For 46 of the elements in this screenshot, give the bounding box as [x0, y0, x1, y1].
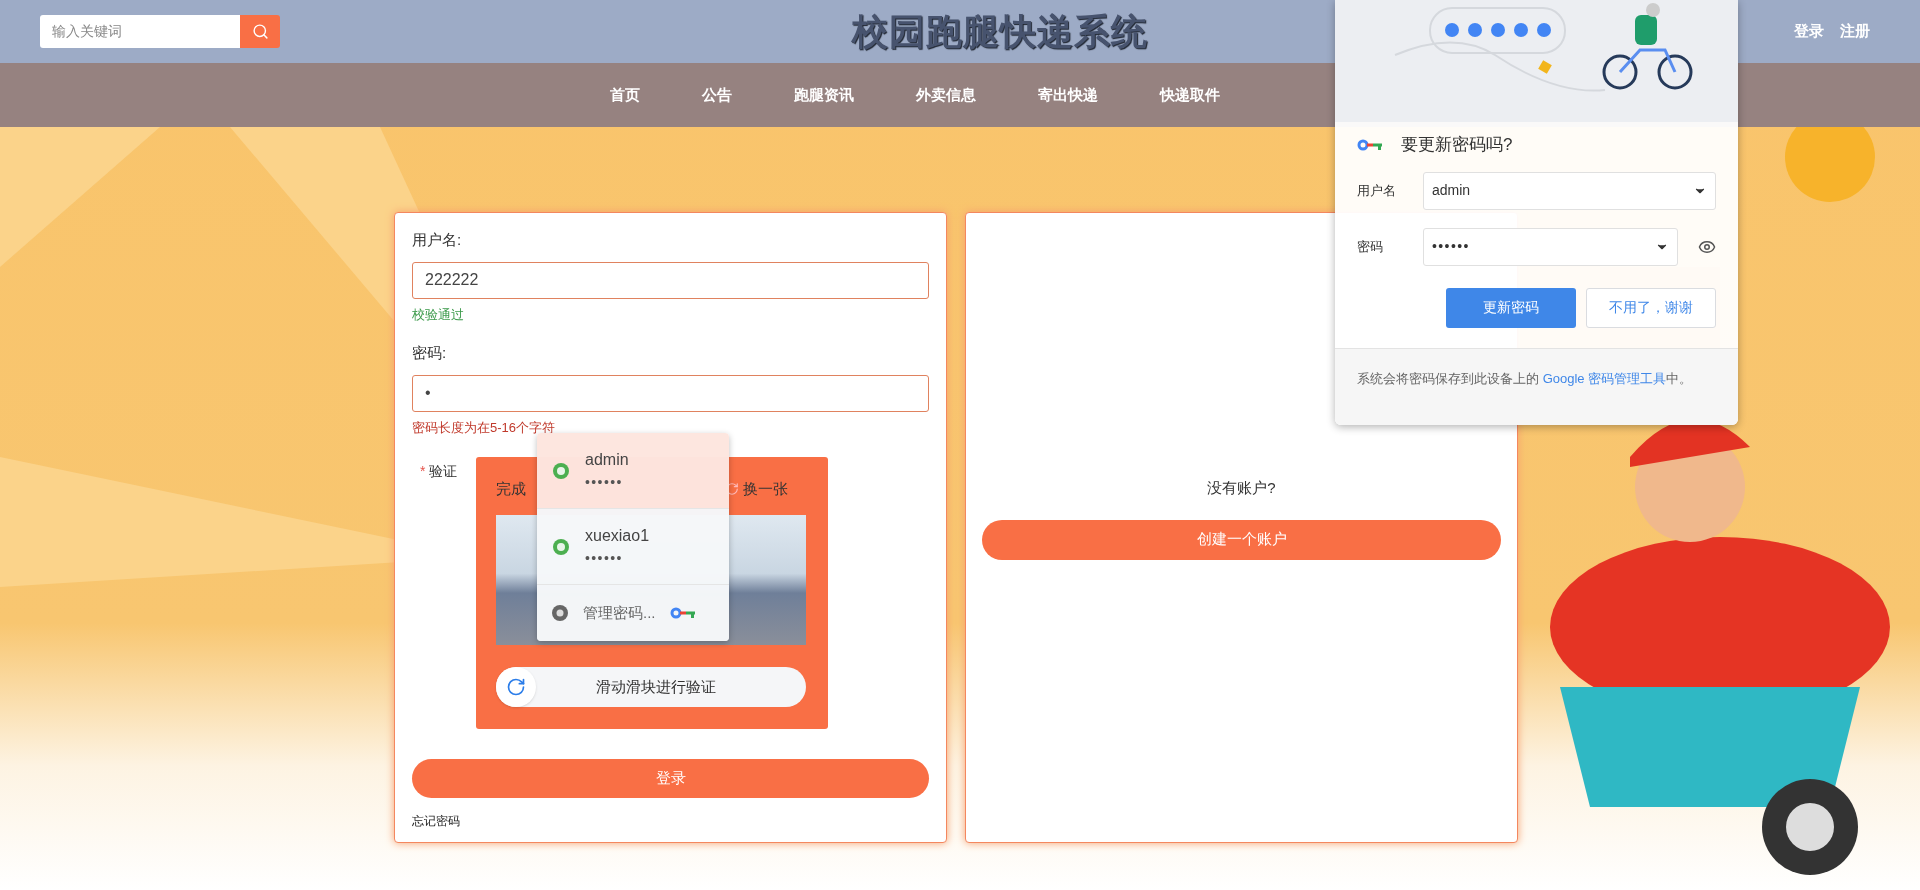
dialog-button[interactable]: 更新密码 [1446, 287, 1576, 328]
forgot-password-link[interactable]: 忘记密码 [412, 812, 929, 830]
search-field[interactable]: 输入关键词 [40, 15, 240, 48]
autofill-username: admin [585, 450, 629, 470]
search-button[interactable] [240, 15, 280, 48]
field-label: 密码: [412, 343, 448, 363]
site-title: 校园跑腿快递系统 [852, 9, 1148, 54]
password-label: 密码 [1357, 237, 1384, 256]
captcha-title: 完成 [496, 478, 526, 499]
field-label: 用户名: [412, 230, 463, 250]
password-select[interactable]: •••••• [1423, 227, 1678, 266]
autofill-option[interactable]: xuexiao1 •••••• [537, 509, 729, 585]
username-label: 用户名 [1357, 181, 1397, 200]
key-icon [669, 607, 696, 619]
validation-message: 校验通过 [412, 305, 465, 324]
dialog-title: 要更新密码吗? [1401, 134, 1513, 156]
manage-passwords-text: 管理密码... [583, 602, 656, 623]
slider-track[interactable]: 滑动滑块进行验证 [496, 667, 806, 707]
dialog-button[interactable]: 不用了，谢谢 [1586, 287, 1716, 328]
nav-link[interactable]: 首页 [610, 83, 640, 107]
autofill-option[interactable]: admin •••••• [537, 433, 729, 509]
nav-link[interactable]: 快递取件 [1160, 83, 1220, 107]
autofill-password: •••••• [585, 473, 624, 492]
dialog-footer-text: 系统会将密码保存到此设备上的 Google 密码管理工具中。 [1357, 369, 1694, 388]
captcha-label: 验证 [429, 462, 458, 481]
nav-link[interactable]: 跑腿资讯 [794, 83, 854, 107]
slider-hint: 滑动滑块进行验证 [595, 676, 717, 697]
nav-link[interactable]: 公告 [702, 83, 732, 107]
manage-passwords-option[interactable]: 管理密码... [537, 585, 729, 641]
create-account-button[interactable]: 创建一个账户 [982, 519, 1501, 560]
search-icon [251, 23, 269, 40]
autofill-password: •••••• [585, 549, 624, 568]
required-mark: * [420, 462, 426, 481]
no-account-text: 没有账户? [1207, 478, 1276, 498]
input-field[interactable]: 222222 [412, 261, 929, 299]
input-field[interactable]: • [412, 374, 929, 412]
key-icon [1357, 138, 1383, 151]
header-link[interactable]: 登录 [1794, 20, 1824, 43]
login-button[interactable]: 登录 [412, 759, 929, 798]
slider-handle-icon[interactable] [506, 677, 526, 697]
autofill-username: xuexiao1 [585, 526, 650, 546]
username-select[interactable]: admin [1423, 171, 1716, 210]
header-link[interactable]: 注册 [1840, 20, 1870, 43]
password-manager-link[interactable]: Google 密码管理工具 [1542, 370, 1667, 386]
nav-link[interactable]: 寄出快递 [1038, 83, 1098, 107]
nav-link[interactable]: 外卖信息 [916, 83, 976, 107]
